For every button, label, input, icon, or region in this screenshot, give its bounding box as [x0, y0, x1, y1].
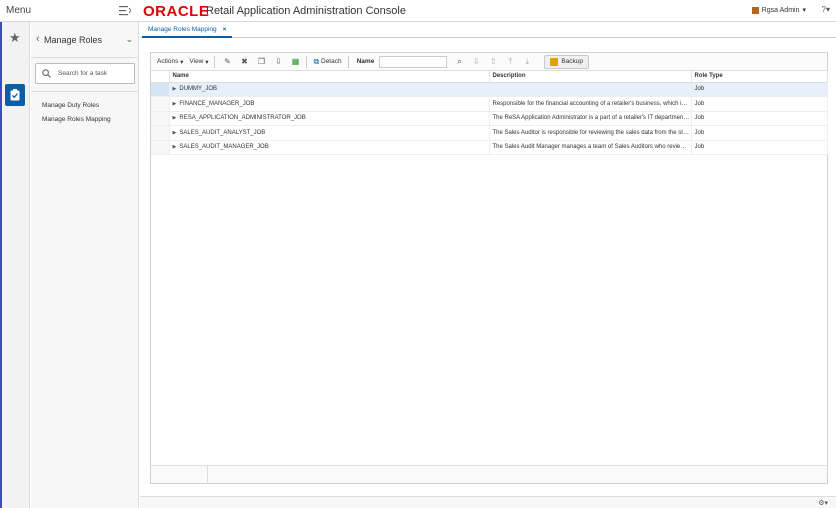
- role-name-cell: ▶ DUMMY_JOB: [169, 82, 490, 97]
- role-description-cell: The Sales Audit Manager manages a team o…: [489, 140, 692, 155]
- table-header-row: Name Description Role Type: [151, 71, 828, 83]
- star-icon[interactable]: ★: [9, 30, 21, 46]
- role-name-cell: ▶ SALES_AUDIT_ANALYST_JOB: [169, 125, 490, 141]
- back-chevron-icon[interactable]: ‹: [36, 33, 40, 45]
- backup-button[interactable]: Backup: [544, 54, 590, 69]
- task-panel: ‹ Manage Roles ⌄ Search for a task Manag…: [31, 22, 139, 508]
- spreadsheet-icon[interactable]: ▦: [290, 57, 300, 67]
- expand-icon[interactable]: ▶: [173, 101, 177, 107]
- search-placeholder: Search for a task: [58, 70, 108, 77]
- chevron-down-icon: ▾: [802, 7, 806, 14]
- role-description-cell: [489, 82, 692, 97]
- detach-icon: ⧉: [313, 56, 320, 66]
- table-row[interactable]: ▶ DUMMY_JOB Job: [151, 82, 828, 97]
- detach-button[interactable]: ⧉ Detach: [313, 57, 341, 67]
- move-up-icon[interactable]: ⇧: [488, 57, 498, 67]
- tab-bar: Manage Roles Mapping ×: [140, 22, 836, 38]
- tab-manage-roles-mapping[interactable]: Manage Roles Mapping ×: [142, 24, 233, 38]
- role-type-cell: Job: [691, 111, 828, 126]
- role-description-cell: The ReSA Application Administrator is a …: [489, 111, 692, 126]
- task-search-input[interactable]: Search for a task: [35, 63, 135, 84]
- view-menu[interactable]: View ▾: [189, 58, 208, 66]
- expand-icon[interactable]: ▶: [173, 144, 177, 150]
- role-type-cell: Job: [691, 96, 828, 112]
- name-filter-input[interactable]: [379, 55, 448, 68]
- table-row[interactable]: ▶ FINANCE_MANAGER_JOB Responsible for the…: [151, 96, 828, 112]
- table-row[interactable]: ▶ SALES_AUDIT_MANAGER_JOB The Sales Audit…: [151, 140, 828, 155]
- user-menu[interactable]: Rgsa Admin ▾: [751, 6, 806, 14]
- task-panel-header: ‹ Manage Roles ⌄: [31, 22, 139, 58]
- chevron-down-icon[interactable]: ⌄: [125, 34, 133, 45]
- export-icon[interactable]: ⇩: [273, 57, 283, 67]
- row-header[interactable]: [151, 82, 170, 97]
- table-row[interactable]: ▶ RESA_APPLICATION_ADMINISTRATOR_JOB The …: [151, 111, 828, 126]
- backup-icon: [550, 57, 559, 66]
- role-type-cell: Job: [691, 140, 828, 155]
- icon-rail: ★: [2, 22, 30, 508]
- delete-icon[interactable]: ✖: [239, 57, 249, 67]
- task-links: Manage Duty Roles Manage Roles Mapping: [31, 91, 139, 127]
- tasks-button[interactable]: [5, 84, 25, 106]
- row-header[interactable]: [151, 111, 170, 126]
- role-name-cell: ▶ RESA_APPLICATION_ADMINISTRATOR_JOB: [169, 111, 490, 126]
- search-icon: [42, 69, 51, 78]
- user-icon: [751, 6, 759, 14]
- role-description-cell: Responsible for the financial accounting…: [489, 96, 692, 112]
- row-header-column: [151, 71, 170, 83]
- status-bar: ⚙▾: [140, 496, 836, 508]
- table-toolbar: Actions ▾ View ▾ ✎ ✖ ❐ ⇩ ▦ ⧉ Detach Name…: [151, 53, 827, 71]
- column-header-role-type[interactable]: Role Type: [691, 71, 828, 83]
- main-content: Manage Roles Mapping × Actions ▾ View ▾ …: [140, 22, 836, 508]
- role-name-cell: ▶ FINANCE_MANAGER_JOB: [169, 96, 490, 112]
- role-description-cell: The Sales Auditor is responsible for rev…: [489, 125, 692, 141]
- roles-mapping-panel: Actions ▾ View ▾ ✎ ✖ ❐ ⇩ ▦ ⧉ Detach Name…: [150, 52, 828, 484]
- settings-icon[interactable]: ⚙▾: [818, 499, 828, 507]
- toolbar-divider: [347, 55, 349, 68]
- role-type-cell: Job: [691, 125, 828, 141]
- app-header: Menu ORACLE Retail Application Administr…: [0, 0, 836, 22]
- copy-icon[interactable]: ❐: [256, 57, 266, 67]
- role-type-cell: Job: [691, 82, 828, 97]
- task-link-manage-roles-mapping[interactable]: Manage Roles Mapping: [31, 113, 139, 127]
- column-header-description[interactable]: Description: [489, 71, 692, 83]
- role-name-cell: ▶ SALES_AUDIT_MANAGER_JOB: [169, 140, 490, 155]
- row-header[interactable]: [151, 96, 170, 112]
- close-icon[interactable]: ×: [223, 24, 227, 36]
- expand-icon[interactable]: ▶: [173, 130, 177, 136]
- column-header-name[interactable]: Name: [169, 71, 490, 83]
- toolbar-divider: [306, 55, 308, 68]
- roles-table: Name Description Role Type ▶ DUMMY_JOB Jo…: [151, 71, 828, 155]
- search-icon[interactable]: ⌕: [454, 57, 464, 67]
- move-top-icon[interactable]: ⤒: [505, 57, 515, 67]
- row-header[interactable]: [151, 140, 170, 155]
- footer-divider: [207, 466, 208, 484]
- name-filter-label: Name: [356, 58, 375, 65]
- menu-label[interactable]: Menu: [6, 5, 31, 16]
- menu-toggle-icon[interactable]: [119, 5, 131, 16]
- toolbar-divider: [214, 55, 216, 68]
- help-icon[interactable]: ?▾: [822, 5, 830, 14]
- expand-icon[interactable]: ▶: [173, 115, 177, 121]
- user-name: Rgsa Admin: [761, 6, 800, 14]
- oracle-logo: ORACLE: [143, 3, 210, 20]
- task-panel-title: Manage Roles: [44, 35, 103, 45]
- app-title: Retail Application Administration Consol…: [206, 5, 406, 17]
- move-down-icon[interactable]: ⇩: [471, 57, 481, 67]
- expand-icon[interactable]: ▶: [173, 86, 177, 92]
- row-header[interactable]: [151, 125, 170, 141]
- actions-menu[interactable]: Actions ▾: [157, 58, 183, 66]
- table-row[interactable]: ▶ SALES_AUDIT_ANALYST_JOB The Sales Audit…: [151, 125, 828, 141]
- edit-icon[interactable]: ✎: [222, 57, 232, 67]
- table-footer: [151, 465, 827, 484]
- tab-label: Manage Roles Mapping: [148, 26, 217, 33]
- task-link-manage-duty-roles[interactable]: Manage Duty Roles: [31, 99, 139, 113]
- tasks-icon: [10, 89, 20, 101]
- move-bottom-icon[interactable]: ⤓: [522, 57, 532, 67]
